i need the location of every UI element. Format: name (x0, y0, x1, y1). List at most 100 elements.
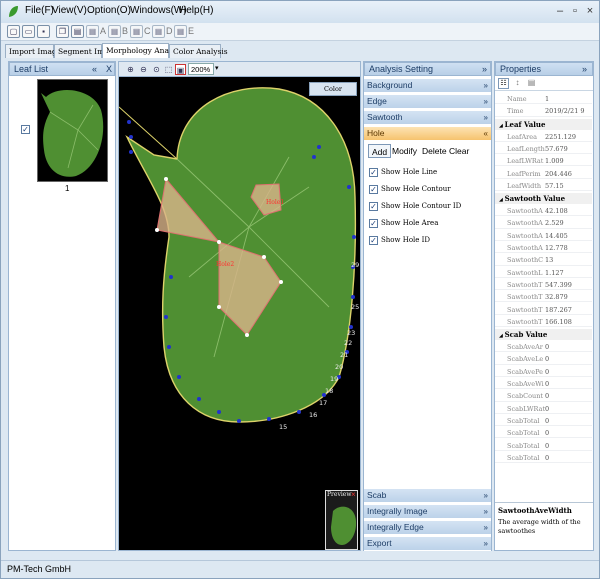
categorized-icon[interactable]: ☷ (498, 78, 509, 89)
property-row[interactable]: ScabAveAr 0 (495, 342, 592, 353)
restore-icon[interactable]: ▫ (567, 4, 583, 18)
zoom-fit-icon[interactable]: ⊙ (151, 64, 162, 75)
property-row[interactable]: SawtoothT 166.108 (495, 317, 592, 328)
tool-c-icon[interactable]: ▦ (130, 25, 143, 38)
close-icon[interactable]: × (582, 4, 598, 18)
modify-button[interactable]: Modify (389, 144, 420, 158)
property-category[interactable]: ◢ Leaf Value (495, 118, 592, 130)
pin-icon[interactable]: « (92, 63, 97, 75)
property-pages-icon[interactable]: ▤ (526, 78, 537, 89)
property-row[interactable]: ScabAvePe 0 (495, 367, 592, 377)
sort-alpha-icon[interactable]: ↕ (512, 78, 523, 89)
property-row[interactable]: SawtoothL 1.127 (495, 268, 592, 278)
property-row[interactable]: LeafLength 57.679 (495, 144, 592, 155)
tab-color-analysis[interactable]: Color Analysis (169, 44, 228, 58)
property-row[interactable]: SawtoothA 12.778 (495, 243, 592, 254)
section-hole[interactable]: Hole « (364, 127, 491, 141)
tool-e-icon[interactable]: ▦ (174, 25, 187, 38)
section-integrally-edge[interactable]: Integrally Edge » (364, 521, 491, 535)
section-scab[interactable]: Scab » (364, 489, 491, 503)
property-row[interactable]: ScabLWRat 0 (495, 404, 592, 414)
property-row[interactable]: LeafArea 2251.129 (495, 132, 592, 142)
checkbox[interactable]: ✓ (369, 201, 378, 211)
property-row[interactable]: SawtoothT 547.399 (495, 280, 592, 291)
checkbox[interactable]: ✓ (369, 235, 378, 245)
property-row[interactable]: LeafLWRat 1.009 (495, 156, 592, 167)
option-show-hole-area[interactable]: ✓ Show Hole Area (369, 217, 438, 231)
pin-icon[interactable]: » (482, 63, 487, 75)
property-row[interactable]: ScabTotal 0 (495, 441, 592, 451)
open-folder-icon[interactable]: ▭ (22, 25, 35, 38)
section-integrally-image[interactable]: Integrally Image » (364, 505, 491, 519)
edge-number: 18 (325, 387, 333, 395)
property-row[interactable]: SawtoothA 14.405 (495, 231, 592, 241)
menu-view[interactable]: View(V) (52, 5, 87, 16)
option-show-hole-contour[interactable]: ✓ Show Hole Contour (369, 183, 451, 197)
option-show-hole-contour-id[interactable]: ✓ Show Hole Contour ID (369, 200, 461, 214)
property-value: 32.879 (545, 293, 568, 302)
checkbox[interactable]: ✓ (369, 184, 378, 194)
color-analysis-button[interactable]: Color Analysis (309, 82, 357, 105)
property-row[interactable]: LeafWidth 57.15 (495, 181, 592, 192)
checkbox[interactable]: ✓ (369, 167, 378, 177)
menu-file[interactable]: File(F) (25, 5, 54, 16)
chevron-down-icon[interactable]: ▾ (215, 64, 219, 72)
image-icon[interactable]: ▤ (71, 25, 84, 38)
tool-b-icon[interactable]: ▦ (108, 25, 121, 38)
tool-a-icon[interactable]: ▦ (86, 25, 99, 38)
leaf-item-checkbox[interactable]: ✓ (21, 125, 30, 134)
menu-help[interactable]: Help(H) (179, 5, 213, 16)
property-category[interactable]: ◢ Sawtooth Value (495, 193, 592, 205)
property-name: ScabCount (507, 392, 544, 401)
zoom-out-icon[interactable]: ⊖ (138, 64, 149, 75)
property-row[interactable]: ScabAveLe 0 (495, 354, 592, 365)
property-row[interactable]: ScabAveWi 0 (495, 379, 592, 390)
clear-button[interactable]: Clear (446, 144, 472, 158)
leaf-thumbnail[interactable] (37, 79, 108, 182)
preview-close-icon[interactable]: × (351, 490, 356, 499)
section-export[interactable]: Export » (364, 537, 491, 551)
copy-icon[interactable]: ❐ (56, 25, 69, 38)
tab-import-image[interactable]: Import Image (5, 44, 61, 58)
option-show-hole-id[interactable]: ✓ Show Hole ID (369, 234, 430, 248)
hole-label-2: Hole2 (216, 261, 234, 268)
property-grid[interactable]: Name 1 Time 2019/2/21 9 ◢ Leaf Value LeafArea… (495, 94, 593, 494)
zoom-in-icon[interactable]: ⊕ (125, 64, 136, 75)
property-row[interactable]: Name 1 (495, 94, 592, 105)
property-row[interactable]: SawtoothT 187.267 (495, 305, 592, 315)
property-row[interactable]: SawtoothT 32.879 (495, 292, 592, 303)
checkbox[interactable]: ✓ (369, 218, 378, 228)
save-icon[interactable]: ▪ (37, 25, 50, 38)
property-name: SawtoothT (507, 293, 543, 302)
add-button[interactable]: Add (368, 144, 392, 158)
property-category[interactable]: ◢ Scab Value (495, 329, 592, 341)
section-background[interactable]: Background » (364, 79, 491, 93)
pin-icon[interactable]: » (582, 63, 587, 75)
tab-segment-image[interactable]: Segment Image (54, 44, 118, 58)
property-row[interactable]: ScabTotal 0 (495, 428, 592, 439)
minimize-icon[interactable]: – (552, 4, 568, 18)
property-row[interactable]: LeafPerim 204.446 (495, 169, 592, 179)
new-file-icon[interactable]: ▢ (7, 25, 20, 38)
property-value: 1 (545, 95, 550, 103)
property-row[interactable]: Time 2019/2/21 9 (495, 106, 592, 117)
section-label: Scab (367, 490, 387, 500)
property-row[interactable]: ScabTotal 0 (495, 416, 592, 427)
close-panel-icon[interactable]: X (106, 63, 112, 75)
property-row[interactable]: ScabTotal 0 (495, 453, 592, 464)
section-sawtooth[interactable]: Sawtooth » (364, 111, 491, 125)
property-row[interactable]: SawtoothC 13 (495, 255, 592, 266)
property-row[interactable]: SawtoothA 2.529 (495, 218, 592, 229)
tab-morphology-analysis[interactable]: Morphology Analysis (102, 43, 186, 58)
crop-icon[interactable]: ▣ (175, 64, 186, 75)
select-icon[interactable]: ⬚ (163, 64, 174, 75)
tool-d-icon[interactable]: ▦ (152, 25, 165, 38)
option-show-hole-line[interactable]: ✓ Show Hole Line (369, 166, 437, 180)
description-text: The average width of the sawtoothes (498, 518, 581, 535)
delete-button[interactable]: Delete (419, 144, 450, 158)
property-row[interactable]: SawtoothA 42.108 (495, 206, 592, 217)
section-edge[interactable]: Edge » (364, 95, 491, 109)
menu-option[interactable]: Option(O) (87, 5, 131, 16)
zoom-select[interactable]: 200% (188, 63, 214, 75)
property-row[interactable]: ScabCount 0 (495, 391, 592, 402)
